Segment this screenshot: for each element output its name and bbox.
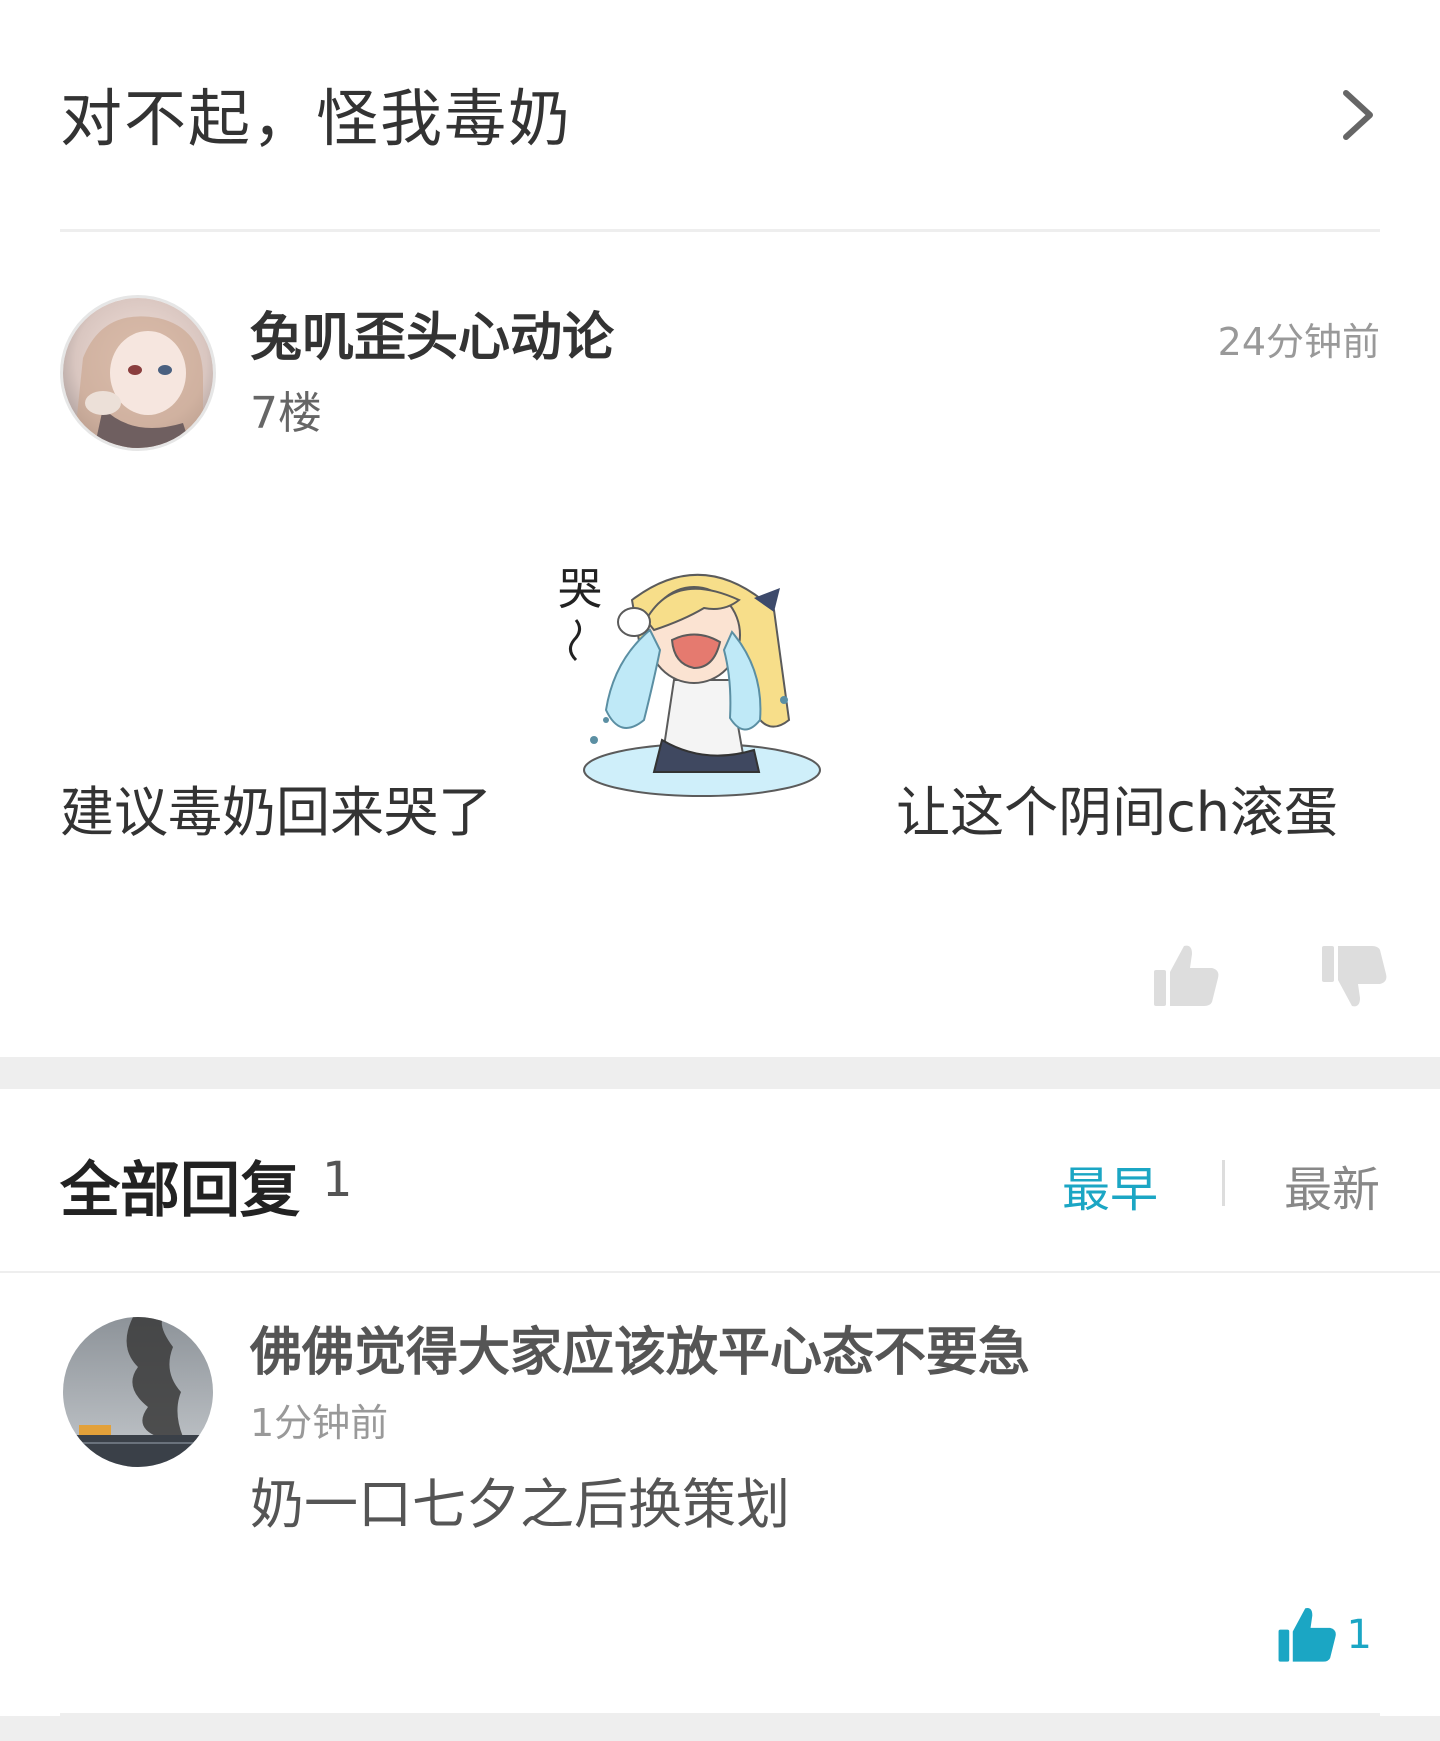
author-avatar[interactable] [60, 295, 216, 451]
replies-divider [0, 1271, 1440, 1273]
post-text-left: 建议毒奶回来哭了 [60, 781, 492, 844]
post-time: 24分钟前 [1217, 320, 1380, 364]
chevron-right-icon[interactable] [1328, 85, 1388, 145]
reply-author-name[interactable]: 佛佛觉得大家应该放平心态不要急 [250, 1310, 1030, 1385]
svg-text:哭: 哭 [558, 564, 602, 615]
post-text-right: 让这个阴间ch滚蛋 [896, 781, 1338, 844]
thumbs-up-icon [1278, 1608, 1336, 1662]
post-author-row: 兔叽歪头心动论 7楼 24分钟前 [60, 295, 1380, 455]
vote-row [1150, 940, 1390, 1020]
reply-author-avatar[interactable] [63, 1317, 213, 1467]
replies-header: 全部回复 1 最早 最新 [60, 1090, 1380, 1272]
crying-girl-sticker: 哭 [554, 550, 834, 830]
reply-time: 1分钟前 [250, 1401, 389, 1445]
thumbs-up-icon[interactable] [1150, 940, 1222, 1012]
reply-like-count: 1 [1346, 1612, 1372, 1658]
reply-text: 奶一口七夕之后换策划 [250, 1473, 790, 1536]
reply-like-button[interactable]: 1 [1275, 1600, 1372, 1670]
reply-item: 佛佛觉得大家应该放平心态不要急 1分钟前 奶一口七夕之后换策划 1 [60, 1310, 1380, 1710]
post-content: 建议毒奶回来哭了 哭 让这个阴间ch滚蛋 [60, 550, 1380, 844]
sort-earliest-tab[interactable]: 最早 [1062, 1150, 1158, 1220]
author-name[interactable]: 兔叽歪头心动论 [250, 295, 614, 370]
replies-title: 全部回复 [60, 1156, 300, 1226]
section-divider [0, 1057, 1440, 1089]
sort-separator [1222, 1160, 1225, 1206]
page: 对不起，怪我毒奶 兔叽歪头心动论 7楼 24分钟前 建议毒奶回来哭了 哭 让这个… [0, 0, 1440, 1741]
thread-header[interactable]: 对不起，怪我毒奶 [60, 0, 1380, 232]
thread-title: 对不起，怪我毒奶 [60, 81, 573, 155]
sort-latest-tab[interactable]: 最新 [1284, 1150, 1380, 1220]
bottom-gap [0, 1716, 1440, 1741]
replies-count: 1 [322, 1152, 353, 1208]
floor-number: 7楼 [250, 388, 322, 439]
thumbs-down-icon[interactable] [1318, 940, 1390, 1012]
